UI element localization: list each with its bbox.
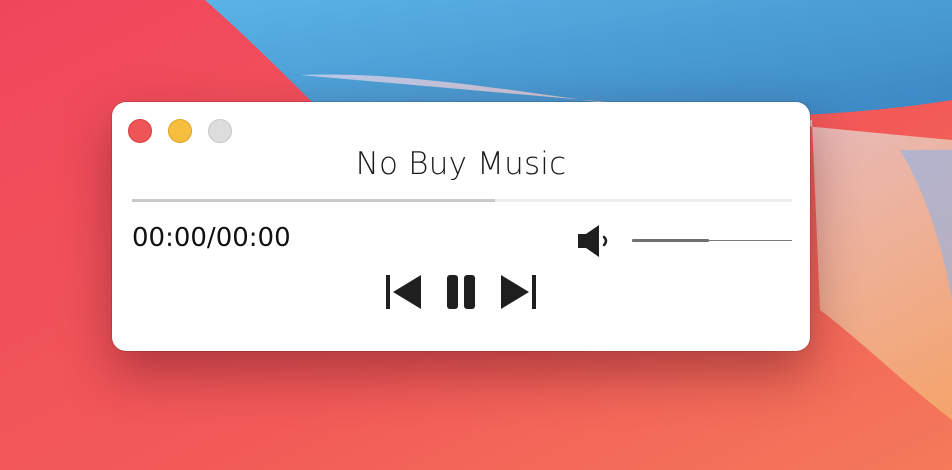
minimize-window-button[interactable] [168,119,192,143]
music-player-window: No Buy Music 00:00/00:00 [112,102,810,351]
previous-track-button[interactable] [384,272,424,312]
volume-slider-level [632,239,709,242]
track-title: No Buy Music [355,146,567,182]
close-window-button[interactable] [128,119,152,143]
next-track-button[interactable] [498,272,538,312]
skip-previous-icon [386,275,421,309]
skip-next-icon [501,275,536,309]
playback-progress-bar[interactable] [132,199,792,202]
time-display: 00:00/00:00 [132,223,291,253]
pause-button[interactable] [442,272,482,312]
zoom-window-button[interactable] [208,119,232,143]
playback-progress-fill [132,199,495,202]
speaker-icon[interactable] [577,224,615,258]
pause-icon [447,275,475,309]
volume-slider[interactable] [632,233,792,249]
